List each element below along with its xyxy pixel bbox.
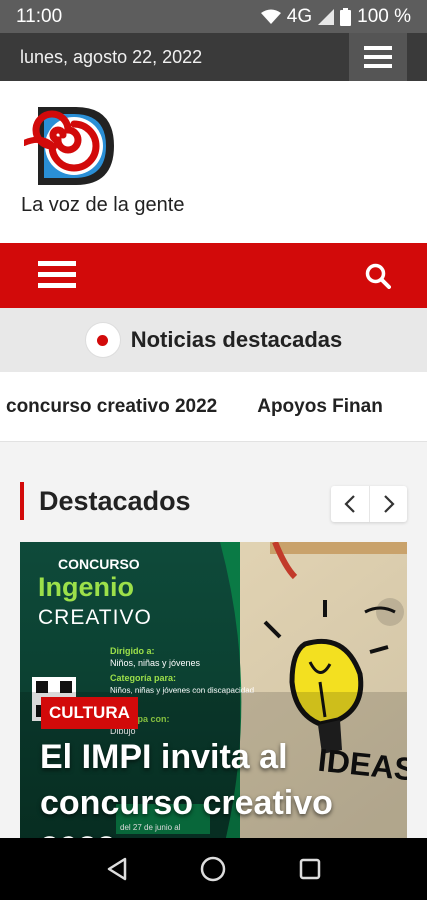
featured-card[interactable]: CONCURSO Ingenio CREATIVO Dirigido a: Ni… bbox=[20, 542, 407, 838]
home-icon[interactable] bbox=[200, 856, 226, 882]
section-title: Destacados bbox=[20, 482, 191, 520]
hamburger-icon[interactable] bbox=[38, 259, 76, 291]
ticker-item[interactable]: Apoyos Finan bbox=[257, 396, 383, 417]
recents-icon[interactable] bbox=[299, 858, 321, 880]
poster-line3: CREATIVO bbox=[38, 606, 152, 629]
poster-categoria-label: Categoría para: bbox=[110, 673, 176, 683]
highlights-title: Noticias destacadas bbox=[130, 327, 343, 352]
search-icon[interactable] bbox=[365, 263, 391, 289]
top-menu-button[interactable] bbox=[349, 33, 407, 81]
hamburger-icon bbox=[364, 46, 392, 68]
current-date: lunes, agosto 22, 2022 bbox=[20, 46, 203, 67]
site-header: La voz de la gente bbox=[0, 81, 427, 243]
signal-icon bbox=[318, 8, 335, 25]
featured-title[interactable]: El IMPI invita al concurso creativo 2022 bbox=[40, 734, 390, 838]
date-bar: lunes, agosto 22, 2022 bbox=[0, 33, 427, 81]
live-indicator-icon bbox=[84, 322, 121, 358]
main-nav-bar bbox=[0, 243, 427, 308]
chevron-left-icon bbox=[344, 495, 355, 513]
site-tagline: La voz de la gente bbox=[21, 194, 185, 216]
status-icons: 4G 100 % bbox=[260, 5, 411, 28]
poster-line2: Ingenio bbox=[38, 572, 134, 602]
network-label: 4G bbox=[286, 5, 313, 27]
slider-prev-button[interactable] bbox=[331, 486, 369, 522]
site-logo[interactable] bbox=[24, 105, 116, 187]
system-nav-bar bbox=[0, 838, 427, 900]
battery-label: 100 % bbox=[357, 5, 411, 27]
back-icon[interactable] bbox=[106, 857, 128, 881]
chevron-right-icon bbox=[383, 495, 395, 513]
ticker-track: concurso creativo 2022 Apoyos Finan bbox=[6, 396, 423, 418]
wifi-icon bbox=[260, 9, 281, 24]
status-bar: 11:00 4G 100 % bbox=[0, 0, 427, 33]
category-badge[interactable]: CULTURA bbox=[41, 697, 138, 729]
status-time: 11:00 bbox=[16, 5, 63, 27]
slider-next-button[interactable] bbox=[369, 486, 407, 522]
poster-dirigido: Niños, niñas y jóvenes bbox=[110, 658, 201, 668]
highlights-bar: Noticias destacadas bbox=[0, 308, 427, 372]
news-ticker: concurso creativo 2022 Apoyos Finan bbox=[0, 372, 427, 442]
slider-controls bbox=[331, 486, 407, 522]
featured-section: Destacados CONCURSO Ingenio CREATIVO Dir… bbox=[0, 442, 427, 838]
ticker-item[interactable]: concurso creativo 2022 bbox=[6, 396, 217, 417]
poster-line1: CONCURSO bbox=[58, 556, 140, 572]
poster-dirigido-label: Dirigido a: bbox=[110, 646, 155, 656]
battery-icon bbox=[340, 7, 352, 26]
